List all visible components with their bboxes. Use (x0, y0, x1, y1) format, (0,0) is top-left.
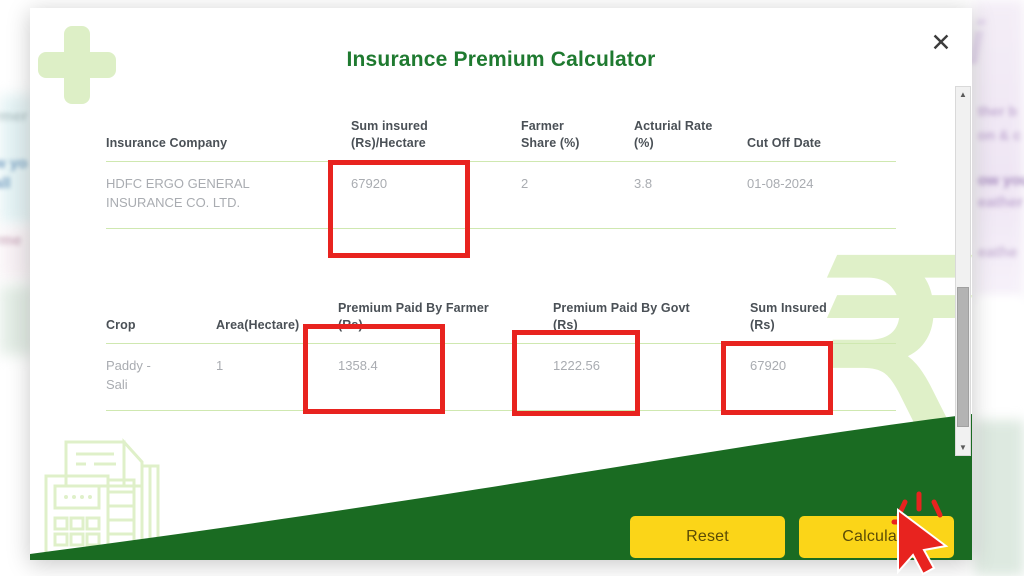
cell-crop: Paddy - Sali (106, 343, 216, 412)
scrollbar-thumb[interactable] (957, 287, 969, 427)
cell-text-line2: Sali (106, 376, 128, 392)
background-text-left-2: w yo (0, 155, 28, 172)
cell-cut-off-date: 01-08-2024 (747, 161, 896, 230)
background-text-right-2: on & c (978, 127, 1021, 143)
table-row: HDFC ERGO GENERAL INSURANCE CO. LTD. 679… (106, 161, 896, 230)
column-header-insurance-company: Insurance Company (106, 118, 351, 162)
table-header-row: Insurance Company Sum insured (Rs)/Hecta… (106, 118, 896, 162)
header-text: Area(Hectare) (216, 317, 300, 332)
header-text: Insurance Company (106, 135, 228, 150)
scroll-up-arrow-icon[interactable]: ▲ (956, 87, 970, 102)
calculator-building-illustration (38, 436, 198, 556)
header-text-line2: Share (%) (521, 135, 580, 150)
action-button-row: Reset Calculate (630, 516, 954, 558)
reset-button[interactable]: Reset (630, 516, 785, 558)
calculate-button[interactable]: Calculate (799, 516, 954, 558)
column-header-sum-insured: Sum Insured (Rs) (750, 300, 896, 344)
cell-text-line1: HDFC ERGO GENERAL (106, 175, 250, 191)
header-text-line1: Sum insured (351, 119, 428, 133)
column-header-crop: Crop (106, 300, 216, 344)
column-header-acturial-rate: Acturial Rate (%) (634, 118, 747, 162)
scroll-down-arrow-icon[interactable]: ▼ (956, 440, 970, 455)
column-header-cut-off-date: Cut Off Date (747, 118, 896, 162)
screenshot-root: rmer w yo all rme i ther b on & c ow you… (0, 0, 1024, 576)
header-text-line1: Sum Insured (750, 301, 827, 315)
highlight-box-premium-paid-by-govt (512, 330, 640, 416)
header-text-line1: Farmer (521, 119, 564, 133)
background-blob-right-3 (975, 420, 1024, 576)
background-blob-left-3 (0, 285, 34, 355)
header-text-line2: (Rs) (750, 317, 775, 332)
insurance-premium-calculator-modal: ₹ ✕ Insurance Premium Calculator Insuran… (30, 8, 972, 560)
cell-text-line1: Paddy - (106, 357, 151, 373)
cell-text-line2: INSURANCE CO. LTD. (106, 194, 241, 210)
background-blob-right-2 (975, 296, 1024, 426)
column-header-sum-insured-per-hectare: Sum insured (Rs)/Hectare (351, 118, 521, 162)
background-text-right-5: eathe (978, 244, 1018, 261)
highlight-box-sum-insured (721, 341, 833, 415)
background-text-right-3: ow you (978, 172, 1024, 189)
background-text-right-1: ther b (978, 103, 1017, 119)
background-text-right-4: eather (978, 194, 1024, 211)
background-text-left-3: all (0, 175, 11, 192)
header-text-line1: Premium Paid By Farmer (338, 301, 489, 315)
header-text: Crop (106, 317, 136, 332)
close-icon[interactable]: ✕ (924, 26, 958, 60)
background-text-left-1: rmer (0, 108, 28, 125)
cell-insurance-company: HDFC ERGO GENERAL INSURANCE CO. LTD. (106, 161, 351, 230)
table-header-row: Crop Area(Hectare) Premium Paid By Farme… (106, 300, 896, 344)
vertical-scrollbar[interactable]: ▲ ▼ (955, 86, 971, 456)
insurance-company-table: Insurance Company Sum insured (Rs)/Hecta… (106, 118, 896, 230)
cell-acturial-rate: 3.8 (634, 161, 747, 230)
highlight-box-sum-insured-per-hectare (328, 160, 470, 258)
column-header-farmer-share: Farmer Share (%) (521, 118, 634, 162)
page-title: Insurance Premium Calculator (346, 48, 656, 71)
header-text-line2: (%) (634, 135, 654, 150)
header-text-line1: Premium Paid By Govt (553, 301, 690, 315)
cell-farmer-share: 2 (521, 161, 634, 230)
header-text: Cut Off Date (747, 135, 822, 150)
header-text-line1: Acturial Rate (634, 119, 713, 133)
header-text-line2: (Rs)/Hectare (351, 135, 426, 150)
highlight-box-premium-paid-by-farmer (303, 324, 445, 414)
background-text-left-4: rme (0, 232, 22, 249)
